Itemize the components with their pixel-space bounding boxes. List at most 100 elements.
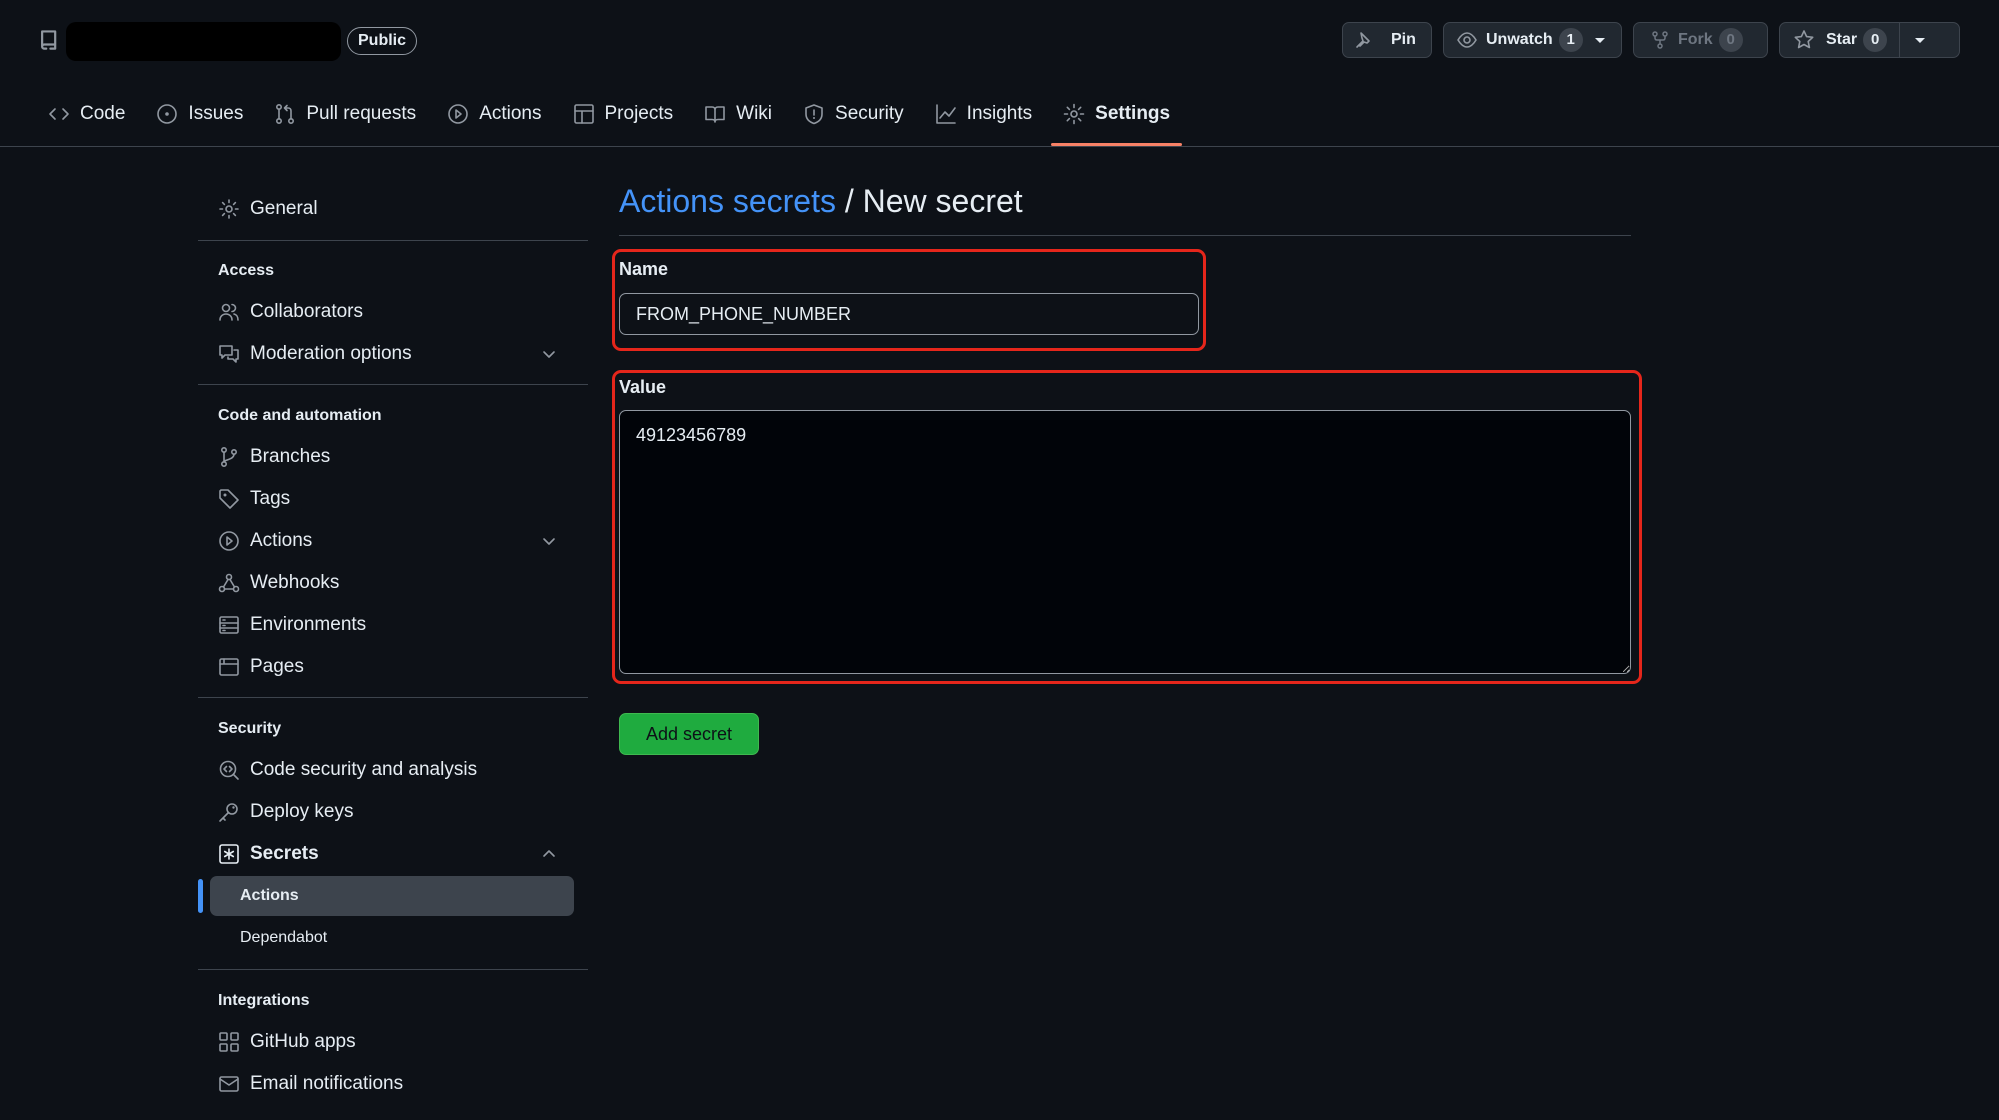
sidebar-item-label: Tags <box>250 488 291 509</box>
apps-icon <box>219 1032 239 1052</box>
value-label: Value <box>619 377 667 397</box>
sidebar-heading-integrations: Integrations <box>218 992 310 1009</box>
sidebar-item-collaborators[interactable]: Collaborators <box>218 295 588 329</box>
divider <box>198 697 588 698</box>
star-label: Star <box>1826 31 1858 48</box>
people-icon <box>219 303 239 321</box>
sidebar-item-label: Moderation options <box>250 343 412 364</box>
table-icon <box>573 104 594 124</box>
play-icon <box>448 104 468 124</box>
sidebar-item-label: Environments <box>250 614 367 635</box>
sidebar-item-deploy-keys[interactable]: Deploy keys <box>218 795 588 829</box>
active-indicator <box>198 879 203 913</box>
star-count: 0 <box>1863 28 1888 52</box>
sidebar-item-pages[interactable]: Pages <box>218 650 588 684</box>
tab-actions[interactable]: Actions <box>435 92 553 136</box>
sidebar-heading-access: Access <box>218 262 275 279</box>
divider <box>198 240 588 241</box>
tab-projects[interactable]: Projects <box>561 92 686 136</box>
eye-icon <box>1457 32 1477 48</box>
sidebar-item-secrets-dependabot[interactable]: Dependabot <box>210 918 574 958</box>
sidebar-item-label: General <box>250 198 318 219</box>
tab-wiki[interactable]: Wiki <box>692 92 784 136</box>
key-asterisk-icon <box>219 844 239 864</box>
sidebar-item-code-security[interactable]: Code security and analysis <box>218 753 588 787</box>
chevron-down-icon[interactable] <box>540 532 558 550</box>
tab-pull-requests[interactable]: Pull requests <box>262 92 428 136</box>
comment-discussion-icon <box>219 345 239 363</box>
sidebar-item-email-notifications[interactable]: Email notifications <box>218 1067 588 1101</box>
breadcrumb-link[interactable]: Actions secrets <box>619 183 836 219</box>
repo-icon <box>41 30 57 50</box>
breadcrumb-current: New secret <box>862 183 1023 219</box>
unwatch-label: Unwatch <box>1486 31 1553 48</box>
sidebar-item-label: Collaborators <box>250 301 363 322</box>
sidebar-item-label: Deploy keys <box>250 801 354 822</box>
tab-settings[interactable]: Settings <box>1051 92 1183 146</box>
page-title: Actions secrets / New secret <box>619 183 1023 220</box>
unwatch-button[interactable]: Unwatch 1 <box>1443 22 1622 58</box>
sidebar-item-actions[interactable]: Actions <box>218 524 588 558</box>
breadcrumb-separator: / <box>835 183 863 219</box>
sidebar-item-webhooks[interactable]: Webhooks <box>218 566 588 600</box>
visibility-badge: Public <box>347 27 418 55</box>
tab-issues[interactable]: Issues <box>144 92 255 136</box>
sidebar-item-label: Actions <box>250 530 313 551</box>
sidebar-item-label: Webhooks <box>250 572 340 593</box>
sidebar-item-moderation[interactable]: Moderation options <box>218 337 588 371</box>
book-icon <box>705 106 725 123</box>
tag-icon <box>219 489 239 509</box>
name-label: Name <box>619 259 669 279</box>
add-secret-button[interactable]: Add secret <box>619 713 759 755</box>
pin-label: Pin <box>1391 31 1416 48</box>
branch-icon <box>220 446 238 468</box>
gear-icon <box>219 199 239 219</box>
graph-icon <box>935 104 956 124</box>
sidebar-heading-code-automation: Code and automation <box>218 407 382 424</box>
sidebar-item-label: Secrets <box>250 843 319 864</box>
fork-count: 0 <box>1718 28 1743 52</box>
codescan-icon <box>219 760 239 780</box>
sidebar-item-general[interactable]: General <box>218 192 588 226</box>
tab-label: Projects <box>604 103 674 124</box>
sidebar-item-label: GitHub apps <box>250 1031 356 1052</box>
tab-code[interactable]: Code <box>36 92 137 136</box>
chevron-up-icon[interactable] <box>540 845 558 863</box>
title-divider <box>619 235 1631 236</box>
pin-button[interactable]: Pin <box>1342 22 1432 58</box>
divider <box>198 969 588 970</box>
caret-down-icon[interactable] <box>1900 31 1940 49</box>
play-icon <box>219 531 239 551</box>
secret-value-textarea[interactable]: 49123456789 <box>619 410 1631 674</box>
sidebar-item-tags[interactable]: Tags <box>218 482 588 516</box>
star-button[interactable]: Star 0 <box>1779 22 1960 58</box>
mail-icon <box>219 1076 239 1092</box>
tab-insights[interactable]: Insights <box>923 92 1044 136</box>
tab-label: Insights <box>966 103 1033 124</box>
sidebar-item-environments[interactable]: Environments <box>218 608 588 642</box>
sidebar-item-branches[interactable]: Branches <box>218 440 588 474</box>
sidebar-item-github-apps[interactable]: GitHub apps <box>218 1025 588 1059</box>
tab-label: Pull requests <box>306 103 417 124</box>
tab-label: Wiki <box>736 103 773 124</box>
sidebar-item-label: Branches <box>250 446 331 467</box>
webhook-icon <box>218 573 240 593</box>
sidebar-item-secrets[interactable]: Secrets <box>218 837 588 871</box>
caret-down-icon <box>1594 38 1605 43</box>
secret-name-input[interactable] <box>619 293 1199 335</box>
sidebar-item-secrets-actions[interactable]: Actions <box>210 876 574 916</box>
tab-label: Issues <box>188 103 244 124</box>
chevron-down-icon[interactable] <box>540 345 558 363</box>
tab-label: Security <box>835 103 904 124</box>
fork-button[interactable]: Fork 0 <box>1633 22 1768 58</box>
fork-icon <box>1652 31 1668 49</box>
repo-header: Public Pin Unwatch 1 Fork 0 Star 0 Code … <box>0 0 1999 147</box>
issue-icon <box>157 104 178 124</box>
code-icon <box>49 108 69 120</box>
sidebar-heading-security: Security <box>218 720 282 737</box>
repo-tabs: Code Issues Pull requests Actions Projec… <box>36 92 1189 146</box>
pin-icon <box>1356 32 1370 48</box>
sidebar-item-label: Email notifications <box>250 1073 404 1094</box>
repo-name-redacted <box>66 22 341 61</box>
tab-security[interactable]: Security <box>791 92 916 136</box>
